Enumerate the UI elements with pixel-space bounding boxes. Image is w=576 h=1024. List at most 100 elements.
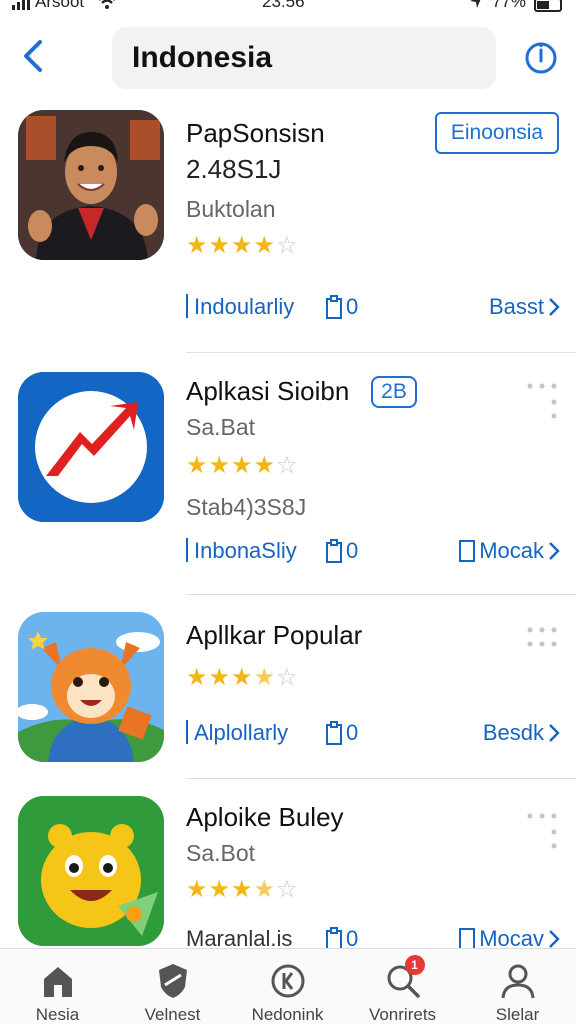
more-options-icon[interactable]	[526, 380, 558, 420]
download-count[interactable]: 0	[326, 720, 358, 746]
app-action-link[interactable]: Mocak	[459, 538, 560, 564]
star-icon: ☆	[276, 452, 298, 479]
bookmark-icon	[459, 540, 476, 562]
app-title[interactable]: Aploike Buley	[186, 802, 344, 833]
app-meta-label: InbonaSliy	[186, 538, 297, 564]
star-icon: ☆	[276, 876, 298, 903]
meta-text: Alplollarly	[194, 720, 289, 745]
download-count[interactable]: 0	[326, 538, 358, 564]
chevron-left-icon	[24, 40, 42, 72]
chevron-right-icon	[549, 930, 560, 948]
app-tag-button[interactable]: 2B	[371, 376, 417, 408]
app-action-link[interactable]: Besdk	[483, 720, 560, 746]
back-button[interactable]	[16, 36, 50, 76]
app-info: Stab4)3S8J	[186, 494, 307, 520]
battery-percent: 77%	[491, 0, 526, 11]
app-icon-yellow-mascot[interactable]	[18, 796, 164, 946]
list-item[interactable]: Apllkar Popular ★ ★ ★ ★ ☆ Alplollarly 0 Besd…	[0, 612, 576, 780]
star-icon: ★	[208, 664, 231, 691]
star-icon: ★	[253, 232, 276, 259]
rating-stars: ★ ★ ★ ★ ☆	[186, 878, 298, 902]
app-tag-button[interactable]: Einoonsia	[435, 112, 559, 154]
star-icon: ★	[231, 452, 253, 479]
app-version: 2.48S1J	[186, 154, 282, 184]
search-text: Indonesia	[132, 41, 273, 74]
yellow-mascot-icon	[18, 796, 164, 946]
star-icon: ★	[208, 452, 231, 479]
info-circle-icon	[525, 42, 557, 74]
app-tag-label: 2B	[381, 380, 407, 403]
more-options-icon[interactable]	[526, 810, 558, 850]
app-meta-label: Alplollarly	[186, 720, 288, 746]
star-icon: ★	[253, 876, 276, 903]
star-icon: ★	[186, 876, 208, 903]
app-title[interactable]: Apllkar Popular	[186, 620, 362, 651]
count-value: 0	[346, 720, 359, 745]
status-left: Arsoot	[12, 0, 117, 12]
chevron-right-icon	[549, 724, 560, 742]
location-arrow-icon	[469, 0, 481, 8]
download-count[interactable]: 0	[326, 294, 358, 320]
status-right: 77%	[468, 0, 562, 12]
wifi-icon	[99, 0, 116, 9]
row-divider	[186, 352, 576, 353]
app-icon-fox[interactable]	[18, 612, 164, 762]
tab-label: Slelar	[495, 1005, 540, 1024]
star-icon: ★	[186, 664, 208, 691]
chevron-right-icon	[549, 298, 560, 316]
star-icon: ★	[231, 876, 253, 903]
search-field[interactable]: Indonesia	[112, 27, 496, 89]
more-options-icon[interactable]	[526, 624, 558, 664]
app-action-link[interactable]: Basst	[489, 294, 560, 320]
fox-mascot-icon	[18, 612, 164, 762]
clipboard-icon	[326, 721, 342, 745]
shield-icon	[153, 961, 193, 1001]
app-title[interactable]: Aplkasi Sioibn	[186, 376, 349, 407]
rating-stars: ★ ★ ★ ★ ☆	[186, 454, 298, 478]
star-icon: ★	[231, 232, 253, 259]
tab-k[interactable]: Nedonink	[230, 949, 345, 1024]
list-item[interactable]: PapSonsisn Einoonsia 2.48S1J Buktolan ★ ★…	[0, 110, 576, 354]
star-icon: ★	[208, 876, 231, 903]
clock: 23:56	[262, 0, 305, 11]
app-tag-label: Einoonsia	[450, 121, 544, 144]
rating-stars: ★ ★ ★ ★ ☆	[186, 234, 298, 258]
k-circle-icon	[268, 961, 308, 1001]
app-subtitle: Sa.Bat	[186, 414, 256, 440]
tab-label: Velnest	[144, 1005, 201, 1024]
count-value: 0	[346, 538, 359, 563]
row-divider	[186, 778, 576, 779]
tab-security[interactable]: Velnest	[115, 949, 230, 1024]
info-button[interactable]	[522, 38, 560, 78]
row-divider	[186, 594, 576, 595]
store-icon	[38, 961, 78, 1001]
tab-search[interactable]: 1 Vonrirets	[345, 949, 460, 1024]
tab-label: Nedonink	[251, 1005, 324, 1024]
star-icon: ★	[186, 232, 208, 259]
star-icon: ★	[208, 232, 231, 259]
tab-bar: Nesia Velnest Nedonink 1 Vonrirets Slela…	[0, 948, 576, 1024]
chevron-right-icon	[549, 542, 560, 560]
action-label: Besdk	[482, 720, 544, 745]
app-icon-person[interactable]	[18, 110, 164, 260]
star-icon: ☆	[276, 664, 298, 691]
app-meta-label: Indoularliy	[186, 294, 294, 320]
signal-icon	[12, 0, 30, 10]
tab-label: Nesia	[35, 1005, 80, 1024]
portrait-icon	[18, 110, 164, 260]
carrier-label: Arsoot	[35, 0, 85, 11]
star-icon: ★	[253, 452, 276, 479]
tab-store[interactable]: Nesia	[0, 949, 115, 1024]
action-label: Mocak	[479, 538, 544, 563]
tab-profile[interactable]: Slelar	[460, 949, 575, 1024]
meta-text: InbonaSliy	[194, 538, 297, 563]
app-icon-red-arrow[interactable]	[18, 372, 164, 522]
app-subtitle: Sa.Bot	[186, 840, 256, 866]
star-icon: ☆	[276, 232, 298, 259]
list-item[interactable]: Aplkasi Sioibn 2B Sa.Bat ★ ★ ★ ★ ☆ Stab4)3S8…	[0, 372, 576, 596]
app-title[interactable]: PapSonsisn	[186, 118, 325, 149]
star-icon: ★	[186, 452, 208, 479]
list-item[interactable]: Aploike Buley Sa.Bot ★ ★ ★ ★ ☆ Maranlal.is 0…	[0, 796, 576, 951]
trend-arrow-icon	[18, 372, 164, 522]
app-category: Buktolan	[186, 196, 276, 222]
